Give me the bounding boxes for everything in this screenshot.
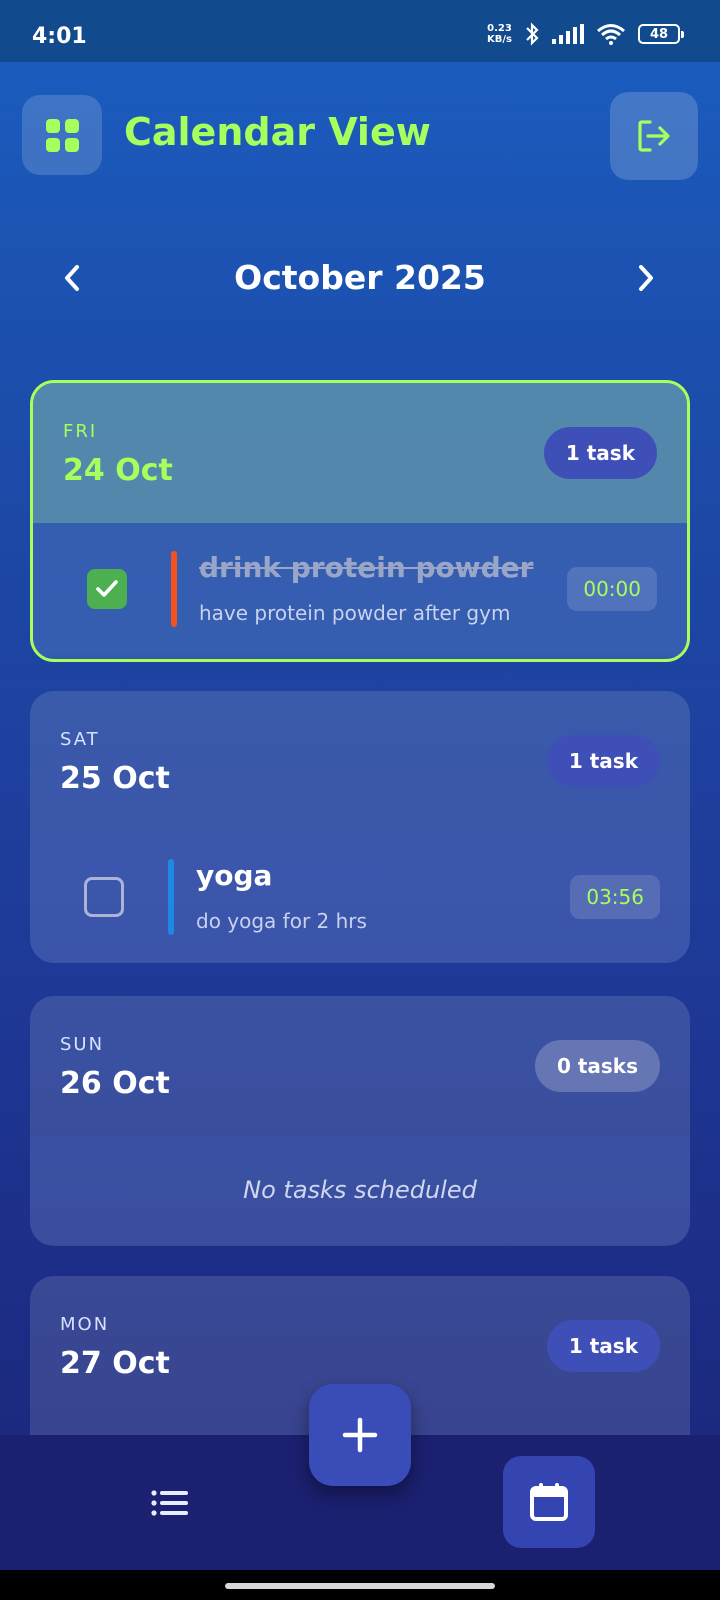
- net-speed-value: 0.23: [487, 23, 512, 34]
- signal-icon: [552, 24, 584, 44]
- day-header: FRI 24 Oct 1 task: [33, 383, 687, 523]
- date-label: 25 Oct: [60, 761, 170, 796]
- task-time: 00:00: [567, 567, 657, 611]
- task-count-badge: 1 task: [543, 427, 657, 479]
- add-task-button[interactable]: [309, 1384, 411, 1486]
- list-view-button[interactable]: [148, 1488, 192, 1518]
- logout-icon: [638, 120, 670, 152]
- task-title: yoga: [196, 859, 273, 892]
- grid-icon: [45, 118, 79, 152]
- date-label: 24 Oct: [63, 453, 173, 488]
- day-card-26-oct[interactable]: SUN 26 Oct 0 tasks No tasks scheduled: [30, 996, 690, 1246]
- month-title: October 2025: [234, 258, 486, 297]
- weekday-label: SAT: [60, 729, 100, 750]
- weekday-label: FRI: [63, 421, 98, 442]
- bluetooth-icon: [526, 22, 539, 46]
- day-header: SUN 26 Oct 0 tasks: [30, 996, 690, 1136]
- task-row[interactable]: yoga do yoga for 2 hrs 03:56: [30, 831, 690, 963]
- wifi-icon: [597, 24, 625, 45]
- task-count-badge: 1 task: [546, 1320, 660, 1372]
- date-label: 26 Oct: [60, 1066, 170, 1101]
- task-title: drink protein powder: [199, 551, 534, 584]
- calendar-view-button[interactable]: [503, 1456, 595, 1548]
- task-count-badge: 0 tasks: [534, 1040, 660, 1092]
- plus-icon: [342, 1417, 378, 1453]
- day-card-24-oct[interactable]: FRI 24 Oct 1 task drink protein powder h…: [30, 380, 690, 662]
- task-description: do yoga for 2 hrs: [196, 909, 367, 933]
- status-icons: 0.23 KB/s 48: [487, 22, 684, 46]
- weekday-label: MON: [60, 1314, 110, 1335]
- status-time: 4:01: [32, 24, 87, 49]
- date-label: 27 Oct: [60, 1346, 170, 1381]
- task-count-badge: 1 task: [546, 735, 660, 787]
- task-checkbox[interactable]: [84, 877, 124, 917]
- page-title: Calendar View: [124, 110, 431, 154]
- calendar-icon: [530, 1483, 568, 1521]
- task-row[interactable]: drink protein powder have protein powder…: [33, 523, 687, 655]
- task-checkbox[interactable]: [87, 569, 127, 609]
- priority-bar: [168, 859, 174, 935]
- status-bar: 4:01 0.23 KB/s 48: [0, 0, 720, 62]
- weekday-label: SUN: [60, 1034, 105, 1055]
- menu-button[interactable]: [22, 95, 102, 175]
- empty-state: No tasks scheduled: [30, 1136, 690, 1244]
- task-time: 03:56: [570, 875, 660, 919]
- list-icon: [151, 1490, 188, 1516]
- net-speed-unit: KB/s: [487, 34, 512, 45]
- net-speed: 0.23 KB/s: [487, 23, 512, 45]
- app-screen: 4:01 0.23 KB/s 48 Calendar View October …: [0, 0, 720, 1570]
- check-icon: [96, 580, 118, 597]
- chevron-right-icon: [639, 265, 653, 291]
- empty-state-text: No tasks scheduled: [243, 1176, 477, 1204]
- task-description: have protein powder after gym: [199, 601, 511, 625]
- home-indicator[interactable]: [225, 1583, 495, 1589]
- battery-icon: 48: [638, 24, 684, 44]
- logout-button[interactable]: [610, 92, 698, 180]
- day-card-25-oct[interactable]: SAT 25 Oct 1 task yoga do yoga for 2 hrs…: [30, 691, 690, 963]
- day-header: SAT 25 Oct 1 task: [30, 691, 690, 831]
- priority-bar: [171, 551, 177, 627]
- next-month-button[interactable]: [626, 258, 666, 298]
